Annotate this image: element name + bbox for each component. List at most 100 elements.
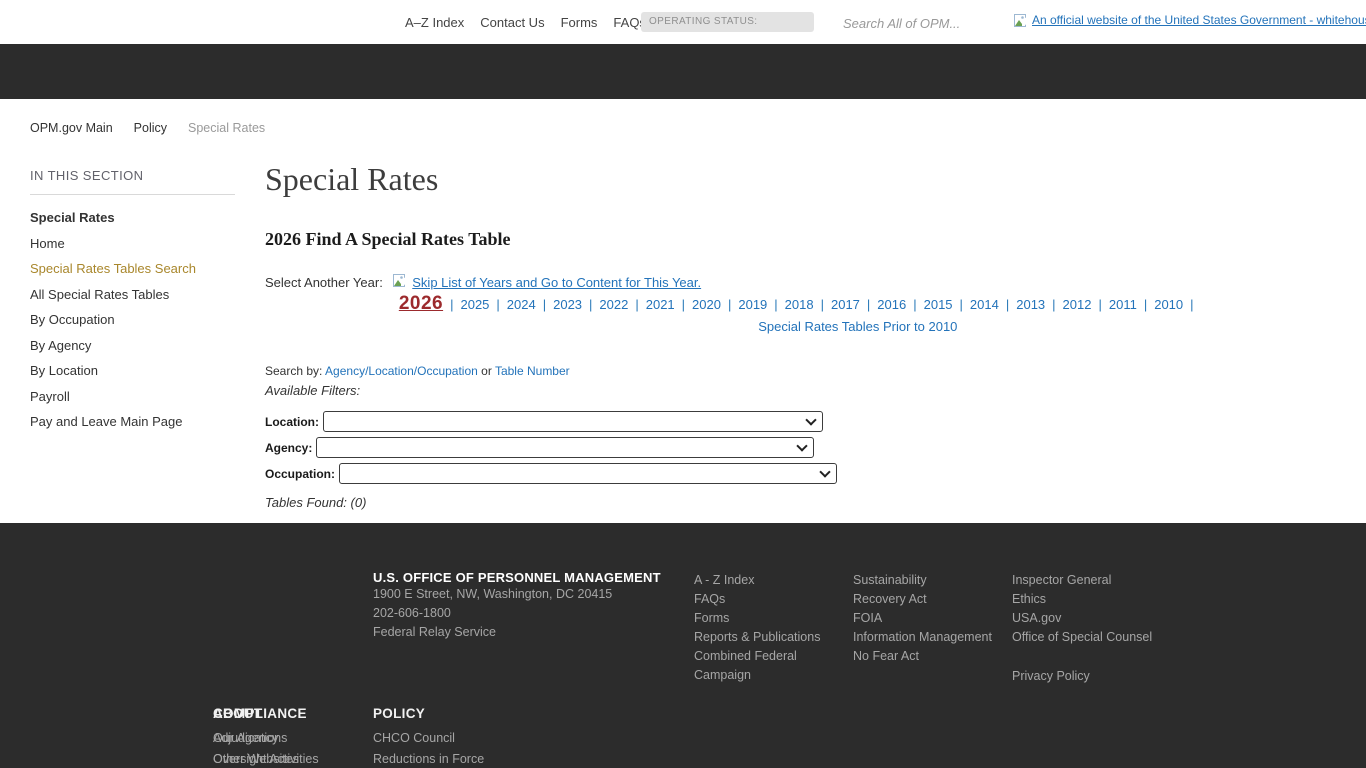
nav-contact-us[interactable]: Contact Us — [480, 15, 544, 30]
location-label: Location: — [265, 415, 319, 429]
footer-az-index-link[interactable]: A - Z Index — [694, 571, 822, 590]
sidebar-item-by-occupation[interactable]: By Occupation — [30, 312, 115, 327]
year-link-2014[interactable]: 2014 — [953, 297, 999, 312]
location-select[interactable] — [323, 411, 823, 432]
year-link-2010[interactable]: 2010 — [1137, 297, 1194, 312]
year-selector: Select Another Year: Skip List of Years … — [265, 271, 1351, 337]
footer-privacy-policy-link[interactable]: Privacy Policy — [1012, 667, 1172, 686]
footer-usagov-link[interactable]: USA.gov — [1012, 609, 1172, 628]
breadcrumb: OPM.gov Main Policy Special Rates — [30, 121, 265, 135]
opm-page: A–Z Index Contact Us Forms FAQs OPERATIN… — [0, 0, 1366, 768]
footer-foia-link[interactable]: FOIA — [853, 609, 1003, 628]
footer-policy-section: POLICY CHCO Council Reductions in Force — [373, 706, 573, 768]
find-table-heading: 2026 Find A Special Rates Table — [265, 229, 1351, 250]
year-link-2012[interactable]: 2012 — [1045, 297, 1091, 312]
search-by-table-number-link[interactable]: Table Number — [495, 364, 570, 378]
skip-years-link[interactable]: Skip List of Years and Go to Content for… — [412, 275, 701, 290]
footer-faqs-link[interactable]: FAQs — [694, 590, 822, 609]
footer-no-fear-act-link[interactable]: No Fear Act — [853, 647, 1003, 666]
year-link-2020[interactable]: 2020 — [675, 297, 721, 312]
agency-label: Agency: — [265, 441, 312, 455]
official-website-link[interactable]: An official website of the United States… — [1014, 13, 1366, 30]
footer-policy-heading: POLICY — [373, 706, 573, 721]
occupation-label: Occupation: — [265, 467, 335, 481]
year-link-2017[interactable]: 2017 — [814, 297, 860, 312]
year-link-2018[interactable]: 2018 — [767, 297, 813, 312]
agency-select[interactable] — [316, 437, 814, 458]
sidebar-item-tables-search[interactable]: Special Rates Tables Search — [30, 261, 196, 276]
footer-special-counsel-link[interactable]: Office of Special Counsel — [1012, 628, 1172, 647]
year-link-2013[interactable]: 2013 — [999, 297, 1045, 312]
filter-controls: Location: Agency: Occupation: — [265, 411, 1351, 484]
breadcrumb-policy[interactable]: Policy — [134, 121, 167, 135]
current-year: 2026 — [399, 293, 443, 314]
main-column: Special Rates 2026 Find A Special Rates … — [265, 160, 1351, 510]
sidebar-item-home[interactable]: Home — [30, 236, 65, 251]
location-filter-row: Location: — [265, 411, 1351, 432]
year-link-2025[interactable]: 2025 — [443, 297, 489, 312]
broken-image-icon — [393, 272, 408, 293]
search-by-alo-link[interactable]: Agency/Location/Occupation — [325, 364, 478, 378]
footer-links-col1: A - Z Index FAQs Forms Reports & Publica… — [694, 571, 822, 685]
sidebar-divider — [30, 194, 235, 195]
footer-forms-link[interactable]: Forms — [694, 609, 822, 628]
operating-status-badge[interactable]: OPERATING STATUS: — [641, 12, 814, 32]
search-by-label: Search by: — [265, 364, 322, 378]
nav-forms[interactable]: Forms — [561, 15, 598, 30]
sidebar-item-by-location[interactable]: By Location — [30, 363, 98, 378]
footer-chco-council-link[interactable]: CHCO Council — [373, 728, 573, 749]
footer-agency-block: U.S. OFFICE OF PERSONNEL MANAGEMENT 1900… — [373, 570, 661, 642]
occupation-filter-row: Occupation: — [265, 463, 1351, 484]
footer-agency-name: U.S. OFFICE OF PERSONNEL MANAGEMENT — [373, 570, 661, 585]
footer: U.S. OFFICE OF PERSONNEL MANAGEMENT 1900… — [0, 523, 1366, 768]
year-link-2019[interactable]: 2019 — [721, 297, 767, 312]
nav-az-index[interactable]: A–Z Index — [405, 15, 464, 30]
search-by-or: or — [481, 364, 492, 378]
sidebar-item-by-agency[interactable]: By Agency — [30, 338, 91, 353]
year-link-2022[interactable]: 2022 — [582, 297, 628, 312]
year-link-2015[interactable]: 2015 — [906, 297, 952, 312]
year-link-2024[interactable]: 2024 — [489, 297, 535, 312]
sidebar-item-special-rates[interactable]: Special Rates — [30, 210, 115, 225]
search-by-row: Search by: Agency/Location/Occupation or… — [265, 364, 1351, 378]
utility-nav: A–Z Index Contact Us Forms FAQs — [405, 0, 646, 44]
breadcrumb-opm-main[interactable]: OPM.gov Main — [30, 121, 113, 135]
content-area: OPM.gov Main Policy Special Rates IN THI… — [0, 99, 1366, 523]
year-selector-label: Select Another Year: — [265, 271, 383, 337]
sidebar-item-pay-leave[interactable]: Pay and Leave Main Page — [30, 414, 183, 429]
sidebar-list: Special Rates Home Special Rates Tables … — [30, 205, 235, 435]
official-website-text: An official website of the United States… — [1032, 13, 1366, 27]
year-link-2021[interactable]: 2021 — [628, 297, 674, 312]
footer-rif-link[interactable]: Reductions in Force — [373, 749, 573, 768]
utility-bar: A–Z Index Contact Us Forms FAQs OPERATIN… — [0, 0, 1366, 44]
footer-links-col3: Inspector General Ethics USA.gov Office … — [1012, 571, 1172, 686]
section-sidebar: IN THIS SECTION Special Rates Home Speci… — [30, 168, 235, 435]
footer-relay-link[interactable]: Federal Relay Service — [373, 625, 496, 639]
broken-image-icon — [1014, 14, 1029, 30]
available-filters-label: Available Filters: — [265, 383, 1351, 398]
tables-found-label: Tables Found: (0) — [265, 495, 1351, 510]
prior-to-2010-link[interactable]: Special Rates Tables Prior to 2010 — [758, 319, 957, 334]
footer-recovery-act-link[interactable]: Recovery Act — [853, 590, 1003, 609]
year-link-2011[interactable]: 2011 — [1091, 297, 1136, 312]
year-links: Skip List of Years and Go to Content for… — [393, 271, 1323, 337]
footer-sustainability-link[interactable]: Sustainability — [853, 571, 1003, 590]
footer-reports-link[interactable]: Reports & Publications — [694, 628, 822, 647]
year-link-2016[interactable]: 2016 — [860, 297, 906, 312]
footer-info-mgmt-link[interactable]: Information Management — [853, 628, 1003, 647]
year-link-2023[interactable]: 2023 — [536, 297, 582, 312]
footer-links-col2: Sustainability Recovery Act FOIA Informa… — [853, 571, 1003, 666]
sidebar-heading: IN THIS SECTION — [30, 168, 235, 183]
footer-ethics-link[interactable]: Ethics — [1012, 590, 1172, 609]
sidebar-item-all-tables[interactable]: All Special Rates Tables — [30, 287, 169, 302]
occupation-select[interactable] — [339, 463, 837, 484]
sidebar-item-payroll[interactable]: Payroll — [30, 389, 70, 404]
header-band — [0, 44, 1366, 99]
page-title: Special Rates — [265, 160, 1351, 198]
footer-agency-address: 1900 E Street, NW, Washington, DC 20415 — [373, 585, 661, 604]
search-input[interactable] — [841, 11, 990, 35]
footer-inspector-general-link[interactable]: Inspector General — [1012, 571, 1172, 590]
agency-filter-row: Agency: — [265, 437, 1351, 458]
footer-cfc-link[interactable]: Combined Federal Campaign — [694, 647, 822, 685]
footer-agency-phone: 202-606-1800 — [373, 604, 661, 623]
